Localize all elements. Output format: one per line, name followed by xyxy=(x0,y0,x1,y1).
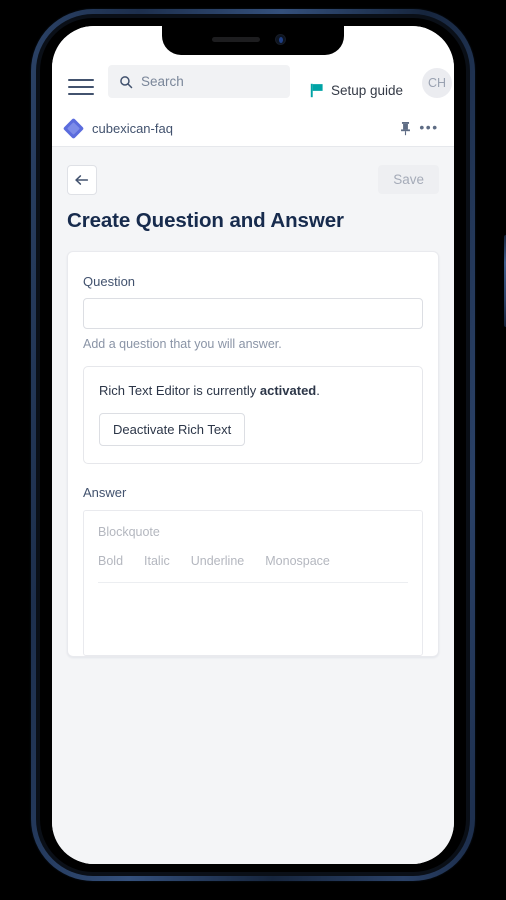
editor-italic-button[interactable]: Italic xyxy=(144,554,170,568)
pin-icon[interactable] xyxy=(394,118,416,140)
answer-rich-text-editor[interactable]: Blockquote Bold Italic Underline Monospa… xyxy=(83,510,423,656)
screenshot-root: Search Setup guide CH cubexican-faq ••• … xyxy=(0,0,506,900)
search-input[interactable]: Search xyxy=(108,65,290,98)
avatar[interactable]: CH xyxy=(422,68,453,98)
back-button[interactable] xyxy=(67,165,97,195)
phone-screen: Search Setup guide CH cubexican-faq ••• … xyxy=(52,26,454,864)
phone-notch xyxy=(162,26,344,55)
avatar-initials: CH xyxy=(428,76,447,90)
question-help-text: Add a question that you will answer. xyxy=(83,337,282,351)
editor-bold-button[interactable]: Bold xyxy=(98,554,123,568)
question-input[interactable] xyxy=(83,298,423,329)
form-card: Question Add a question that you will an… xyxy=(67,251,439,657)
rich-text-status-prefix: Rich Text Editor is currently xyxy=(99,383,260,398)
save-button[interactable]: Save xyxy=(378,165,439,194)
editor-mark-toolbar: Bold Italic Underline Monospace xyxy=(98,554,408,568)
editor-underline-button[interactable]: Underline xyxy=(191,554,245,568)
front-camera-icon xyxy=(275,34,286,45)
editor-content-area[interactable] xyxy=(98,583,408,643)
breadcrumb-label[interactable]: cubexican-faq xyxy=(92,121,173,136)
rich-text-status-suffix: . xyxy=(316,383,320,398)
setup-guide-button[interactable]: Setup guide xyxy=(310,83,403,98)
answer-label: Answer xyxy=(83,485,127,500)
flag-icon xyxy=(310,83,323,98)
rich-text-status-state: activated xyxy=(259,383,317,398)
search-icon xyxy=(120,75,133,88)
rich-text-status: Rich Text Editor is currently activated. xyxy=(99,383,407,398)
search-placeholder: Search xyxy=(141,74,184,89)
breadcrumb: cubexican-faq ••• xyxy=(52,111,454,147)
page-body: Save Create Question and Answer Question… xyxy=(52,148,454,864)
hamburger-icon[interactable] xyxy=(68,76,94,98)
space-diamond-icon xyxy=(62,117,85,140)
more-horizontal-icon[interactable]: ••• xyxy=(416,118,438,140)
rich-text-status-panel: Rich Text Editor is currently activated.… xyxy=(83,366,423,464)
page-title: Create Question and Answer xyxy=(67,209,344,232)
setup-guide-label: Setup guide xyxy=(331,83,404,98)
page-header: Save xyxy=(67,165,439,195)
arrow-left-icon xyxy=(75,175,89,185)
deactivate-rich-text-button[interactable]: Deactivate Rich Text xyxy=(99,413,246,446)
editor-monospace-button[interactable]: Monospace xyxy=(265,554,330,568)
speaker-slot-icon xyxy=(212,37,260,42)
question-label: Question xyxy=(83,274,136,289)
editor-block-style-button[interactable]: Blockquote xyxy=(98,525,408,539)
